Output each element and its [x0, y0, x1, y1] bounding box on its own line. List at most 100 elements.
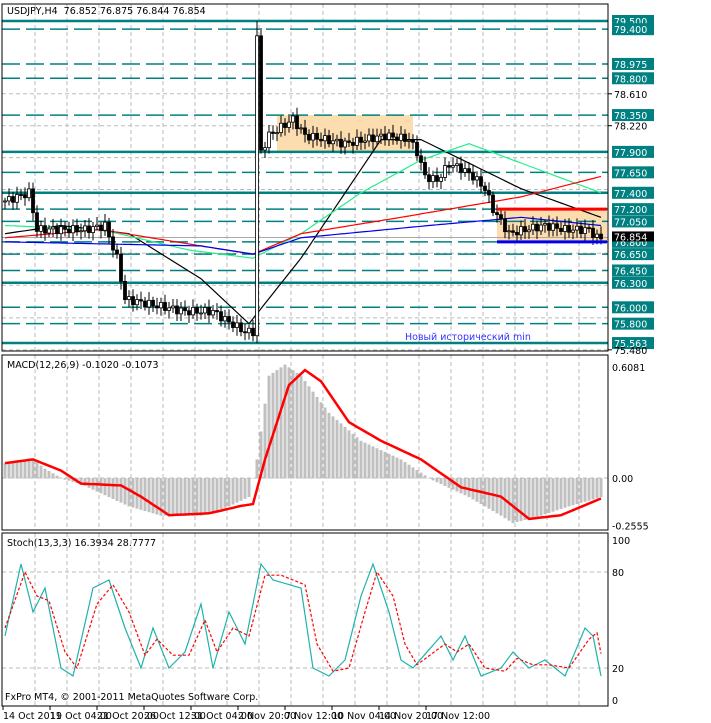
candle-body — [231, 321, 235, 328]
macd-histogram-bar — [515, 478, 519, 523]
candle-body — [443, 165, 447, 178]
macd-histogram-bar — [103, 478, 107, 496]
candle-body — [503, 218, 507, 233]
candle-body — [247, 327, 251, 334]
price-axis-label: 75.480 — [614, 346, 647, 357]
macd-histogram-bar — [303, 381, 307, 479]
stoch-panel[interactable] — [4, 562, 602, 677]
candle-body — [307, 133, 311, 141]
macd-histogram-bar — [427, 478, 431, 479]
candle-body — [55, 226, 59, 235]
candle-body — [131, 296, 135, 306]
candle-body — [163, 302, 167, 311]
macd-histogram-bar — [191, 478, 195, 516]
macd-histogram-bar — [119, 478, 123, 503]
candle-body — [563, 225, 567, 232]
candle-body — [311, 132, 315, 141]
candle-body — [279, 122, 283, 134]
macd-histogram-bar — [539, 478, 543, 516]
candle-body — [271, 131, 275, 134]
macd-histogram-bar — [355, 437, 359, 479]
macd-histogram-bar — [335, 419, 339, 479]
macd-histogram-bar — [223, 478, 227, 508]
candle-body — [599, 233, 603, 240]
price-panel[interactable] — [2, 19, 608, 345]
macd-histogram-bar — [127, 478, 131, 507]
candle-body — [475, 176, 479, 181]
chart-canvas[interactable]: 79.50079.40078.97578.80078.35077.90077.6… — [0, 0, 711, 723]
macd-histogram-bar — [415, 470, 419, 479]
macd-histogram-bar — [383, 451, 387, 479]
macd-histogram-bar — [163, 478, 167, 516]
candle-body — [511, 230, 515, 233]
candle-body — [63, 226, 67, 230]
macd-histogram-bar — [19, 460, 23, 479]
macd-histogram-bar — [327, 412, 331, 479]
macd-histogram-bar — [179, 478, 183, 516]
candle-body — [455, 163, 459, 166]
level-price-label: 76.000 — [614, 303, 647, 314]
macd-histogram-bar — [231, 478, 235, 505]
candle-body — [515, 231, 519, 236]
candle-body — [283, 122, 287, 128]
macd-histogram-bar — [551, 478, 555, 512]
candle-body — [379, 133, 383, 137]
macd-histogram-bar — [363, 442, 367, 479]
candle-body — [59, 226, 63, 235]
candle-body — [67, 228, 71, 234]
candle-body — [111, 236, 115, 251]
stoch-axis-label: 20 — [612, 664, 624, 675]
candle-body — [463, 168, 467, 173]
candle-body — [547, 223, 551, 231]
candle-body — [207, 307, 211, 316]
macd-histogram-bar — [143, 478, 147, 512]
level-price-label: 78.975 — [614, 60, 647, 71]
candle-body — [251, 327, 255, 337]
candle-body — [99, 224, 103, 231]
candle-body — [387, 132, 391, 140]
price-panel-border — [1, 3, 609, 352]
candle-body — [255, 35, 259, 337]
macd-panel[interactable] — [3, 364, 603, 524]
candle-body — [335, 138, 339, 142]
macd-histogram-bar — [239, 478, 243, 501]
macd-histogram-bar — [255, 459, 259, 479]
candle-body — [151, 299, 155, 307]
candle-body — [355, 136, 359, 146]
candle-body — [91, 226, 95, 233]
candle-body — [535, 223, 539, 232]
candle-body — [523, 226, 527, 233]
macd-histogram-bar — [555, 478, 559, 511]
candle-body — [427, 174, 431, 183]
candle-body — [155, 305, 159, 309]
macd-histogram-bar — [579, 478, 583, 503]
macd-histogram-bar — [559, 478, 563, 510]
macd-histogram-bar — [107, 478, 111, 498]
macd-histogram-bar — [39, 465, 43, 479]
macd-histogram-bar — [183, 478, 187, 516]
macd-histogram-bar — [11, 462, 15, 479]
candle-body — [215, 310, 219, 313]
candle-body — [259, 35, 263, 151]
candle-body — [83, 225, 87, 232]
candle-body — [491, 194, 495, 213]
macd-histogram-bar — [211, 478, 215, 512]
macd-histogram-bar — [151, 478, 155, 514]
candle-body — [211, 310, 215, 316]
macd-histogram-bar — [411, 467, 415, 479]
macd-histogram-bar — [7, 462, 11, 479]
level-price-label: 77.650 — [614, 168, 647, 179]
candle-body — [555, 223, 559, 229]
candle-body — [275, 132, 279, 135]
candle-body — [575, 225, 579, 231]
macd-histogram-bar — [299, 375, 303, 479]
candle-body — [403, 133, 407, 142]
macd-histogram-bar — [267, 375, 271, 479]
candle-body — [123, 280, 127, 300]
candle-body — [103, 221, 107, 231]
price-axis-label: 78.610 — [614, 90, 647, 101]
candle-body — [183, 307, 187, 312]
candle-body — [451, 165, 455, 168]
candle-body — [87, 225, 91, 233]
macd-histogram-bar — [343, 426, 347, 479]
